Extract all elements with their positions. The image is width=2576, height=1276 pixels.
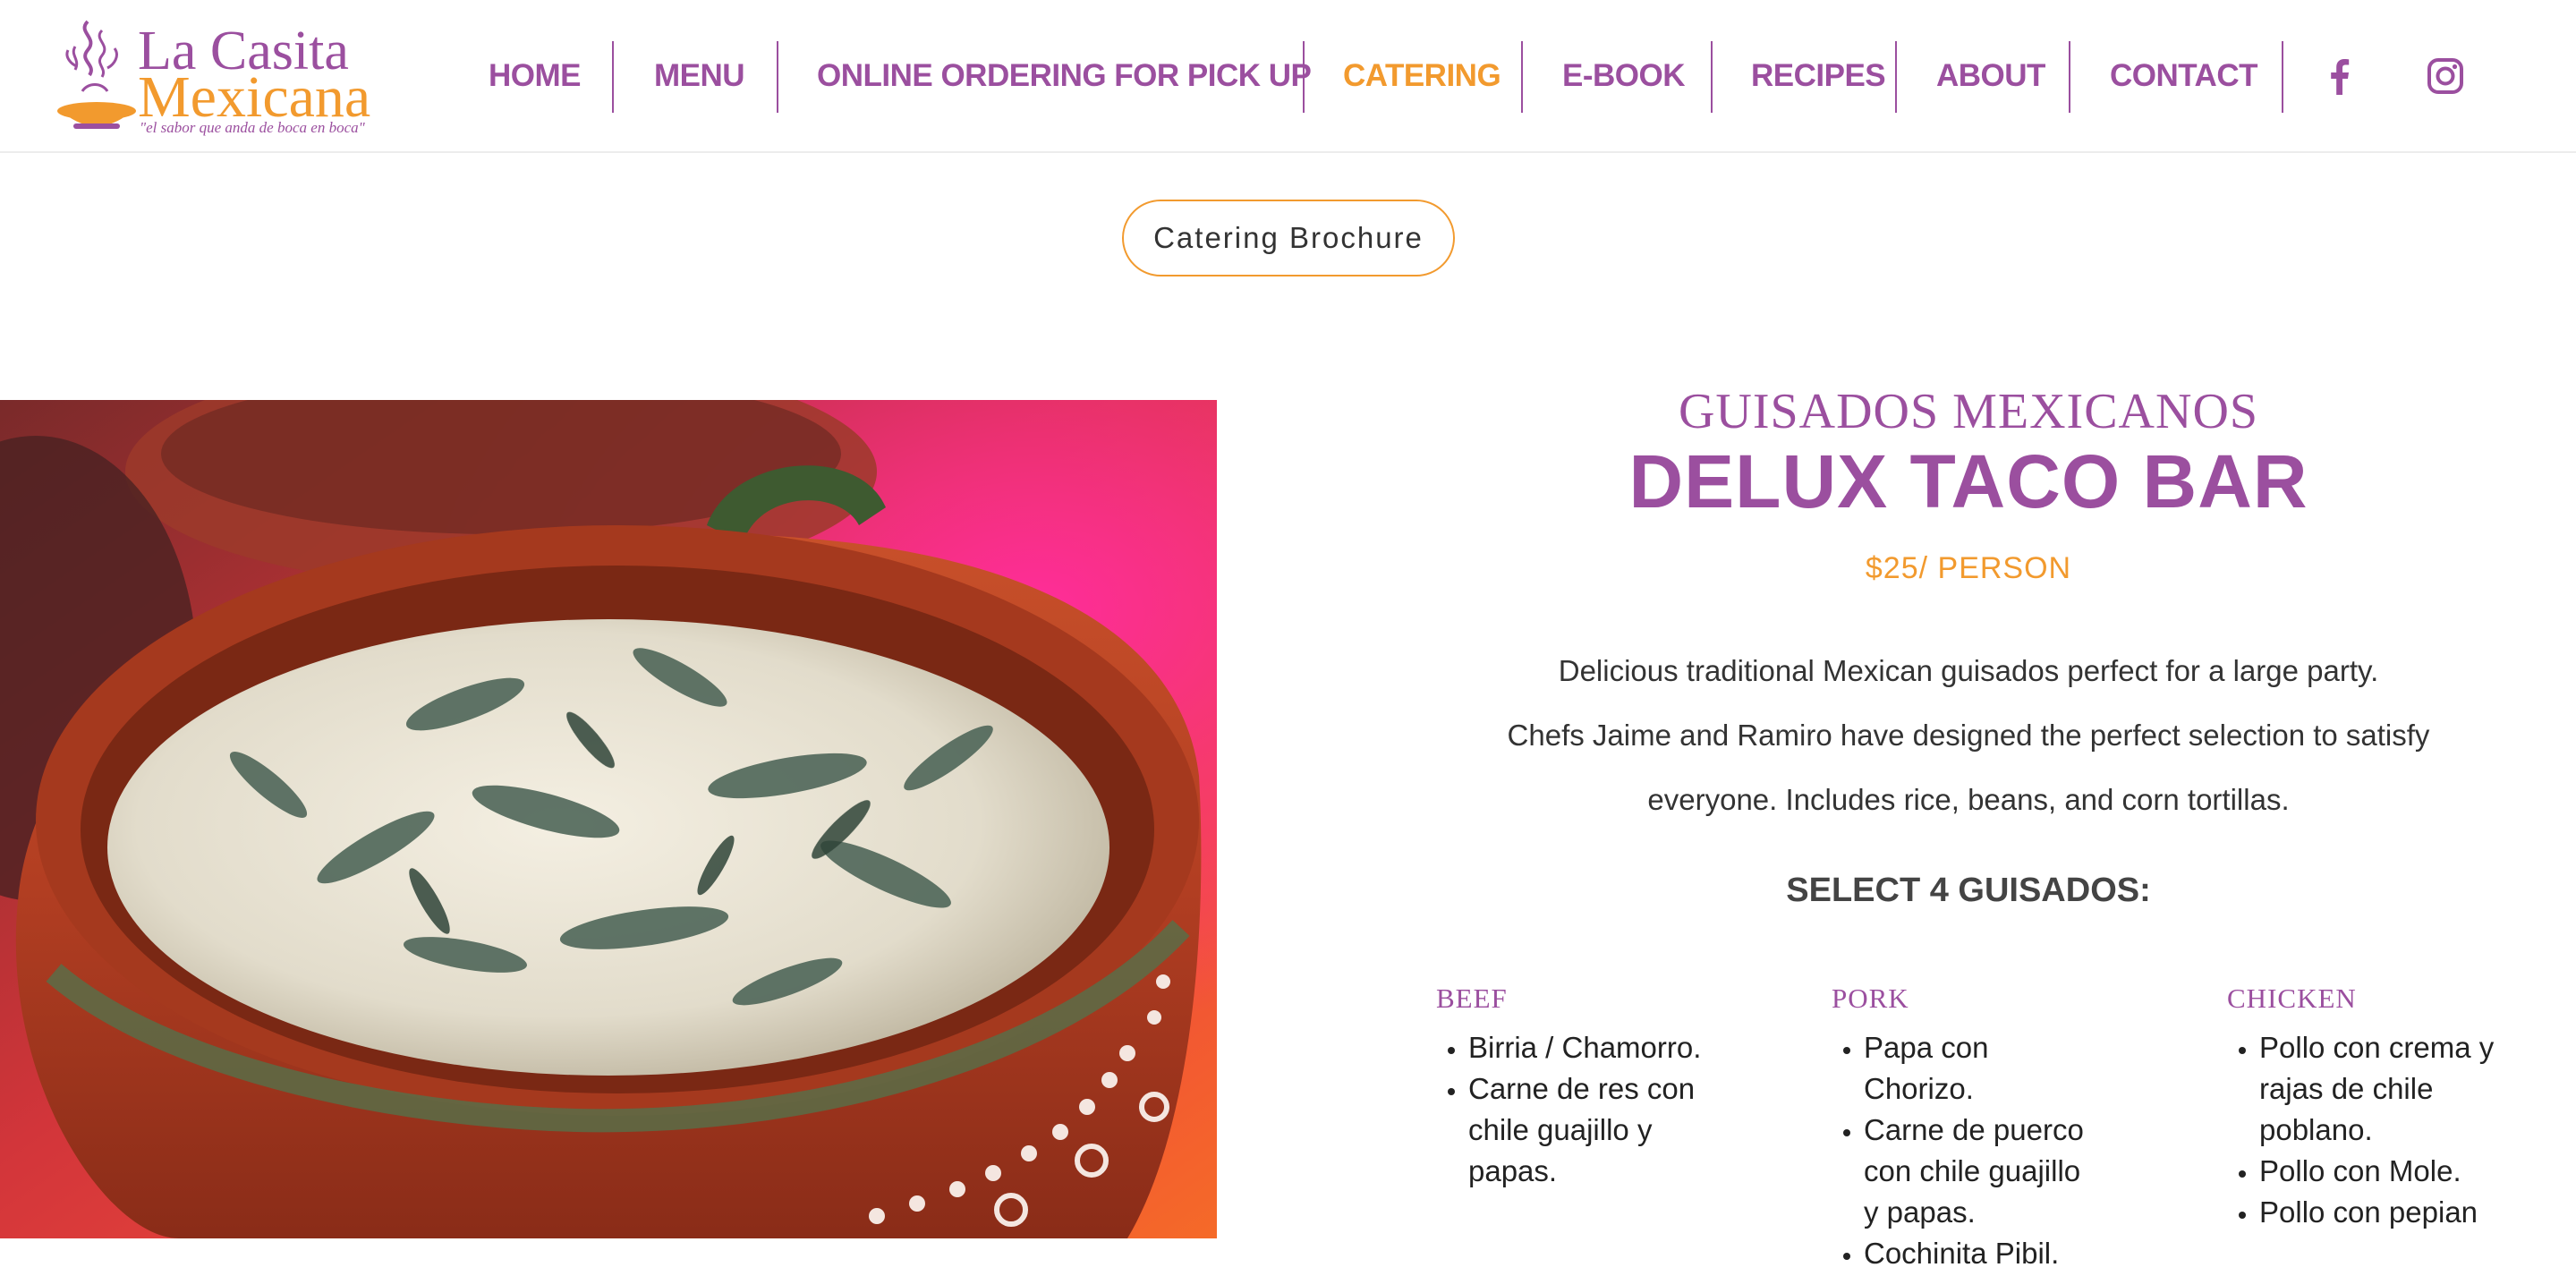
facebook-link[interactable] bbox=[2317, 54, 2362, 98]
instagram-link[interactable] bbox=[2423, 54, 2468, 98]
list-item: Pollo con crema y rajas de chile poblano… bbox=[2259, 1027, 2495, 1151]
nav-divider bbox=[777, 41, 778, 113]
list-item: Carne de res con chile guajillo y papas. bbox=[1468, 1068, 1705, 1192]
nav-catering[interactable]: CATERING bbox=[1343, 54, 1501, 98]
logo-tagline: "el sabor que anda de boca en boca" bbox=[140, 119, 365, 136]
nav-divider bbox=[1303, 41, 1305, 113]
category-beef: BEEF Birria / Chamorro. Carne de res con… bbox=[1436, 983, 1705, 1192]
description-line: Chefs Jaime and Ramiro have designed the… bbox=[1507, 719, 2430, 752]
steaming-pot-logo-icon bbox=[57, 20, 136, 129]
list-item: Cochinita Pibil. bbox=[1864, 1233, 2100, 1274]
list-item: Pollo con Mole. bbox=[2259, 1151, 2495, 1192]
site-header: La Casita Mexicana "el sabor que anda de… bbox=[0, 0, 2576, 153]
list-item: Birria / Chamorro. bbox=[1468, 1027, 1705, 1068]
nav-divider bbox=[2282, 41, 2283, 113]
package-subtitle: GUISADOS MEXICANOS bbox=[1678, 384, 2259, 439]
guisado-list: Papa con Chorizo. Carne de puerco con ch… bbox=[1832, 1027, 2100, 1274]
nav-recipes[interactable]: RECIPES bbox=[1751, 54, 1886, 98]
nav-divider bbox=[1521, 41, 1523, 113]
select-guisados-heading: SELECT 4 GUISADOS: bbox=[1786, 872, 2151, 909]
list-item: Carne de puerco con chile guajillo y pap… bbox=[1864, 1110, 2100, 1233]
guisado-list: Pollo con crema y rajas de chile poblano… bbox=[2227, 1027, 2495, 1233]
nav-menu[interactable]: MENU bbox=[654, 54, 745, 98]
nav-divider bbox=[612, 41, 614, 113]
nav-divider bbox=[2069, 41, 2070, 113]
category-title: BEEF bbox=[1436, 983, 1508, 1014]
description-line: everyone. Includes rice, beans, and corn… bbox=[1647, 783, 2290, 816]
package-description: Delicious traditional Mexican guisados p… bbox=[1485, 639, 2452, 832]
nav-online-ordering[interactable]: ONLINE ORDERING FOR PICK UP bbox=[817, 54, 1312, 98]
package-price: $25/ PERSON bbox=[1865, 551, 2072, 585]
catering-brochure-button[interactable]: Catering Brochure bbox=[1122, 200, 1455, 276]
description-line: Delicious traditional Mexican guisados p… bbox=[1558, 654, 2379, 687]
hero-food-photo bbox=[0, 400, 1217, 1238]
nav-divider bbox=[1711, 41, 1713, 113]
category-chicken: CHICKEN Pollo con crema y rajas de chile… bbox=[2227, 983, 2495, 1233]
nav-about[interactable]: ABOUT bbox=[1936, 54, 2045, 98]
list-item: Pollo con pepian bbox=[2259, 1192, 2495, 1233]
list-item: Papa con Chorizo. bbox=[1864, 1027, 2100, 1110]
instagram-icon bbox=[2427, 58, 2463, 94]
facebook-icon bbox=[2331, 59, 2350, 95]
nav-contact[interactable]: CONTACT bbox=[2110, 54, 2258, 98]
package-title: DELUX TACO BAR bbox=[1628, 439, 2308, 523]
category-title: PORK bbox=[1832, 983, 1909, 1014]
nav-divider bbox=[1895, 41, 1897, 113]
category-pork: PORK Papa con Chorizo. Carne de puerco c… bbox=[1832, 983, 2100, 1274]
guisado-list: Birria / Chamorro. Carne de res con chil… bbox=[1436, 1027, 1705, 1192]
logo[interactable]: La Casita Mexicana "el sabor que anda de… bbox=[52, 11, 392, 140]
clay-bowl-photo-illustration bbox=[0, 400, 1217, 1238]
category-title: CHICKEN bbox=[2227, 983, 2357, 1014]
nav-home[interactable]: HOME bbox=[489, 54, 582, 98]
nav-ebook[interactable]: E-BOOK bbox=[1562, 54, 1686, 98]
